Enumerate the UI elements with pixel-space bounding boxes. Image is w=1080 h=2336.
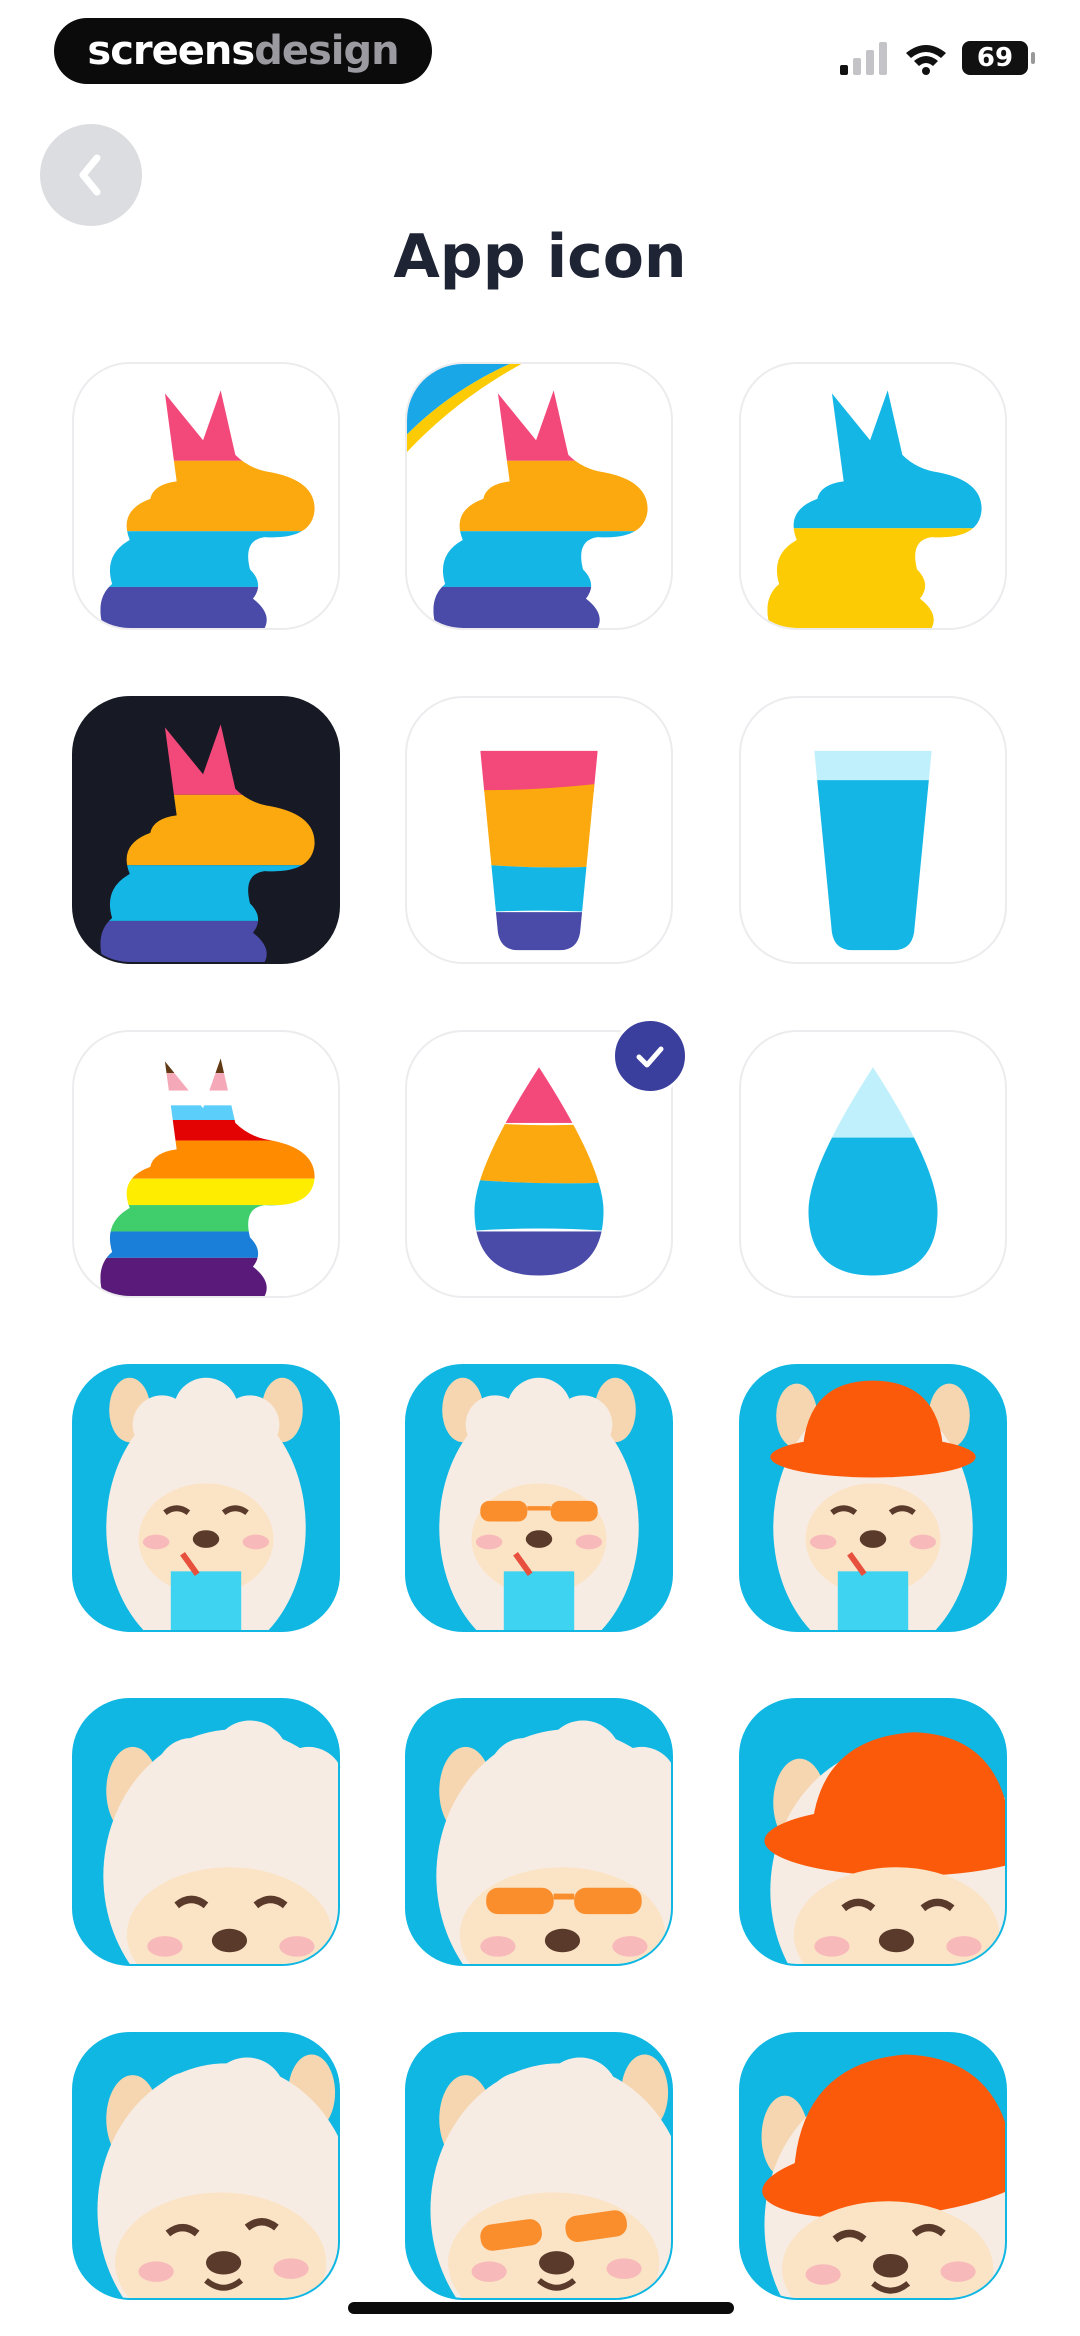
- icon-option-llama-pride[interactable]: [72, 1030, 340, 1298]
- icon-option-alpaca-drink-hat[interactable]: [739, 1364, 1007, 1632]
- status-icons: 69: [840, 38, 1035, 78]
- alpaca-closeup-icon: [103, 1720, 338, 1964]
- icon-option-glass-blue[interactable]: [739, 696, 1007, 964]
- brand-badge: screens design: [54, 18, 432, 84]
- icon-option-glass-rainbow[interactable]: [405, 696, 673, 964]
- llama-rainbow-ukraine-icon: [407, 364, 648, 628]
- icon-option-alpaca-tilt-glasses[interactable]: [405, 2032, 673, 2300]
- icon-option-alpaca-drink-glasses[interactable]: [405, 1364, 673, 1632]
- icon-option-alpaca-closeup-glasses[interactable]: [405, 1698, 673, 1966]
- chevron-left-icon: [79, 154, 101, 196]
- alpaca-closeup-glasses-icon: [436, 1720, 671, 1964]
- alpaca-tilt-hat-icon: [761, 2054, 1005, 2298]
- page-title: App icon: [393, 222, 687, 292]
- wifi-icon: [906, 45, 946, 75]
- icon-option-alpaca-tilt[interactable]: [72, 2032, 340, 2300]
- alpaca-tilt-icon: [97, 2054, 338, 2298]
- checkmark-icon: [636, 1046, 664, 1068]
- selected-check-badge: [612, 1018, 688, 1094]
- battery-icon: 69: [962, 41, 1035, 75]
- alpaca-drink-hat-icon: [770, 1380, 976, 1630]
- llama-rainbow-dark-icon: [100, 724, 315, 962]
- alpaca-tilt-glasses-icon: [430, 2054, 671, 2298]
- drop-blue-icon: [808, 1067, 938, 1276]
- icon-option-alpaca-drink[interactable]: [72, 1364, 340, 1632]
- icon-option-alpaca-closeup[interactable]: [72, 1698, 340, 1966]
- signal-icon: [840, 42, 887, 75]
- icon-option-drop-blue[interactable]: [739, 1030, 1007, 1298]
- icon-option-llama-blue-yellow[interactable]: [739, 362, 1007, 630]
- icon-option-llama-rainbow[interactable]: [72, 362, 340, 630]
- icon-option-alpaca-tilt-hat[interactable]: [739, 2032, 1007, 2300]
- back-button[interactable]: [40, 124, 142, 226]
- brand-text-design: design: [254, 28, 399, 74]
- glass-blue-icon: [814, 750, 932, 951]
- alpaca-closeup-hat-icon: [764, 1732, 1005, 1964]
- home-indicator: [348, 2302, 734, 2314]
- icon-option-llama-rainbow-dark[interactable]: [72, 696, 340, 964]
- icon-option-alpaca-closeup-hat[interactable]: [739, 1698, 1007, 1966]
- battery-level: 69: [976, 43, 1014, 73]
- glass-rainbow-icon: [480, 750, 598, 951]
- icon-option-llama-rainbow-ukraine[interactable]: [405, 362, 673, 630]
- llama-blue-yellow-icon: [767, 390, 982, 628]
- llama-rainbow-icon: [100, 390, 315, 628]
- alpaca-drink-icon: [106, 1377, 306, 1630]
- brand-text-screens: screens: [87, 28, 255, 74]
- llama-pride-icon: [100, 1058, 315, 1296]
- alpaca-drink-glasses-icon: [439, 1377, 639, 1630]
